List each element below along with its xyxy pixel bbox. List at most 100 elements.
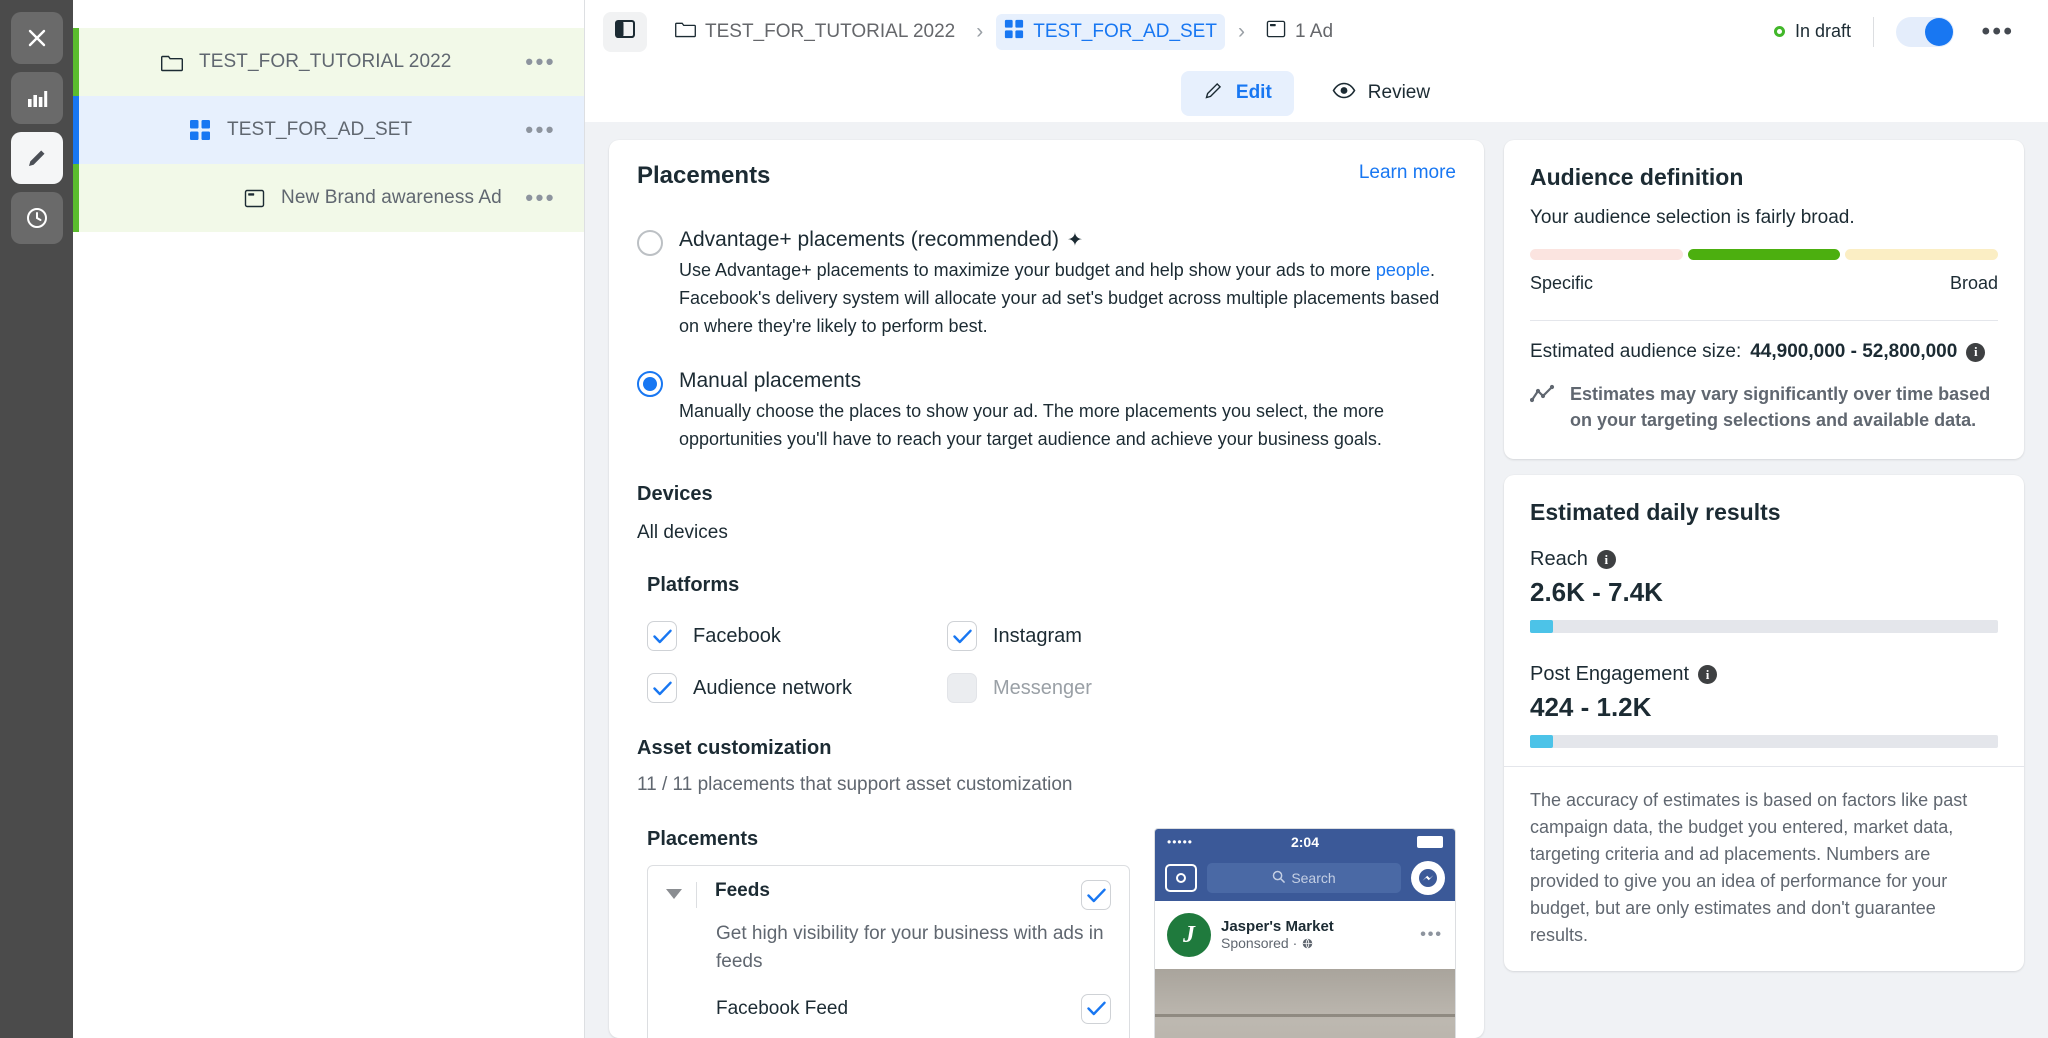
globe-icon	[1302, 935, 1313, 952]
tab-edit[interactable]: Edit	[1180, 70, 1294, 116]
pencil-icon-button[interactable]	[10, 132, 63, 184]
clock-icon-button[interactable]	[10, 192, 63, 244]
phone-clock-label: 2:04	[1290, 834, 1320, 851]
placements-list-heading: Placements	[647, 828, 759, 851]
breadcrumb-item-adset[interactable]: TEST_FOR_AD_SET	[996, 13, 1225, 50]
close-icon-button[interactable]	[10, 12, 63, 64]
meter-segment-balanced	[1687, 249, 1841, 260]
right-summary-column: Audience definition Your audience select…	[1504, 140, 2024, 1038]
row-status-bar	[73, 96, 79, 164]
option-title-wrapper: Manual placements	[679, 369, 1456, 393]
tab-review[interactable]: Review	[1310, 71, 1452, 116]
grid-squares-icon	[1004, 19, 1024, 45]
placement-item-facebook-feed[interactable]: Facebook Feed	[648, 976, 1129, 1024]
toggle-side-panel-button[interactable]	[603, 11, 647, 52]
phone-sponsored-label: Sponsored ·	[1221, 934, 1298, 951]
info-icon[interactable]: i	[1596, 550, 1616, 570]
breadcrumb-item-campaign[interactable]: TEST_FOR_TUTORIAL 2022	[667, 14, 963, 49]
audience-summary-text: Your audience selection is fairly broad.	[1530, 207, 1855, 228]
breadcrumb: TEST_FOR_TUTORIAL 2022 › TEST_FOR_AD_SET	[667, 13, 1341, 50]
metric-bar-reach	[1530, 620, 1998, 634]
ad-preview-phone: ••••• 2:04 Search J Jasper's Market Spon…	[1154, 828, 1456, 1038]
radio-manual-placements[interactable]	[637, 370, 663, 397]
page-title: Placements	[637, 162, 771, 189]
option-title-advantage: Advantage+ placements (recommended)	[679, 228, 1059, 251]
chart-bar-icon	[25, 86, 49, 110]
checkbox-audience-network[interactable]	[647, 673, 677, 704]
people-link[interactable]: people	[1376, 260, 1430, 280]
meter-label-specific: Specific	[1530, 273, 1594, 293]
checkbox-item-messenger: Messenger	[947, 673, 1456, 704]
phone-post-menu[interactable]: •••	[1420, 926, 1443, 944]
option-manual-placements[interactable]: Manual placements Manually choose the pl…	[637, 369, 1456, 454]
breadcrumb-item-ads[interactable]: 1 Ad	[1258, 14, 1341, 50]
breadcrumb-label-campaign: TEST_FOR_TUTORIAL 2022	[705, 20, 956, 42]
placement-group-header: Feeds	[648, 866, 1129, 911]
info-icon[interactable]: i	[1966, 342, 1986, 362]
toggle-knob	[1925, 17, 1953, 46]
tree-row-menu-ad[interactable]: •••	[525, 187, 556, 209]
checkbox-facebook-feed[interactable]	[1081, 993, 1111, 1024]
chart-bar-icon-button[interactable]	[10, 72, 63, 124]
content-area: Placements Learn more Advantage+ placeme…	[585, 122, 2048, 1038]
metric-name-post-engagement: Post Engagement	[1530, 663, 1689, 686]
search-icon	[1272, 870, 1286, 886]
tab-label-review: Review	[1367, 82, 1431, 103]
phone-ad-image	[1155, 969, 1455, 1038]
checkbox-label-messenger: Messenger	[993, 676, 1092, 699]
more-options-button[interactable]: •••	[1976, 12, 2020, 52]
pencil-icon	[1203, 80, 1224, 107]
phone-nav-bar: Search	[1155, 855, 1455, 902]
option-advantage-placements[interactable]: Advantage+ placements (recommended) ✦ Us…	[637, 228, 1456, 341]
platforms-checkbox-grid: Facebook Instagram Audience network Mess…	[647, 621, 1456, 704]
metric-bar-fill	[1530, 620, 1554, 634]
tree-row-menu-adset[interactable]: •••	[525, 119, 556, 141]
radio-advantage-placements[interactable]	[637, 230, 663, 256]
breadcrumb-separator: ›	[976, 19, 984, 43]
option-title-manual: Manual placements	[679, 368, 862, 392]
platforms-heading: Platforms	[647, 574, 740, 597]
platforms-section: Platforms Facebook Instagram Audience ne…	[637, 574, 1456, 704]
metric-label-post-engagement: Post Engagement i	[1530, 663, 1998, 686]
checkbox-item-facebook[interactable]: Facebook	[647, 621, 947, 652]
phone-page-name: Jasper's Market	[1221, 917, 1334, 935]
edit-review-tabs: Edit Review	[585, 64, 2048, 122]
status-dot-icon	[1773, 26, 1785, 37]
signal-dots-icon: •••••	[1167, 835, 1194, 850]
checkbox-item-audience-network[interactable]: Audience network	[647, 673, 947, 704]
checkbox-label-facebook: Facebook	[693, 624, 781, 647]
tree-row-menu-campaign[interactable]: •••	[525, 51, 556, 73]
asset-customization-sub: 11 / 11 placements that support asset cu…	[637, 774, 1073, 796]
ad-card-icon	[1266, 19, 1286, 45]
checkbox-facebook[interactable]	[647, 621, 677, 652]
eye-icon	[1332, 80, 1356, 107]
divider	[1530, 320, 1998, 321]
asset-customization-heading: Asset customization	[637, 737, 832, 760]
checkbox-item-instagram[interactable]: Instagram	[947, 621, 1456, 652]
checkbox-instagram[interactable]	[947, 621, 977, 652]
info-icon[interactable]: i	[1698, 665, 1717, 685]
tree-row-adset[interactable]: TEST_FOR_AD_SET •••	[73, 96, 584, 164]
row-status-bar	[73, 28, 79, 96]
left-icon-rail	[0, 0, 73, 1038]
placement-item-instagram-feed[interactable]: Instagram feed	[648, 1024, 1129, 1038]
phone-search-field[interactable]: Search	[1207, 863, 1401, 894]
tree-row-ad[interactable]: New Brand awareness Ad •••	[73, 164, 584, 232]
audience-note-text: Estimates may vary significantly over ti…	[1570, 384, 1991, 431]
devices-section: Devices All devices	[637, 483, 1456, 544]
ad-active-toggle[interactable]	[1896, 16, 1954, 47]
folder-icon	[159, 52, 185, 72]
tree-label-campaign: TEST_FOR_TUTORIAL 2022	[199, 51, 452, 72]
placement-group-body: Feeds	[697, 880, 1081, 902]
chevron-down-icon[interactable]	[666, 889, 682, 900]
camera-icon	[1165, 864, 1197, 893]
meter-label-broad: Broad	[1949, 273, 1998, 293]
option-desc-manual: Manually choose the places to show your …	[679, 400, 1385, 449]
tree-row-campaign[interactable]: TEST_FOR_TUTORIAL 2022 •••	[73, 28, 584, 96]
learn-more-link[interactable]: Learn more	[1359, 162, 1456, 184]
estimated-audience-size: Estimated audience size: 44,900,000 - 52…	[1530, 341, 1998, 363]
phone-post-header: J Jasper's Market Sponsored · •••	[1155, 901, 1455, 969]
audience-estimate-note: Estimates may vary significantly over ti…	[1529, 381, 1998, 433]
checkbox-feeds-group[interactable]	[1081, 880, 1111, 911]
option-body: Advantage+ placements (recommended) ✦ Us…	[679, 228, 1456, 341]
